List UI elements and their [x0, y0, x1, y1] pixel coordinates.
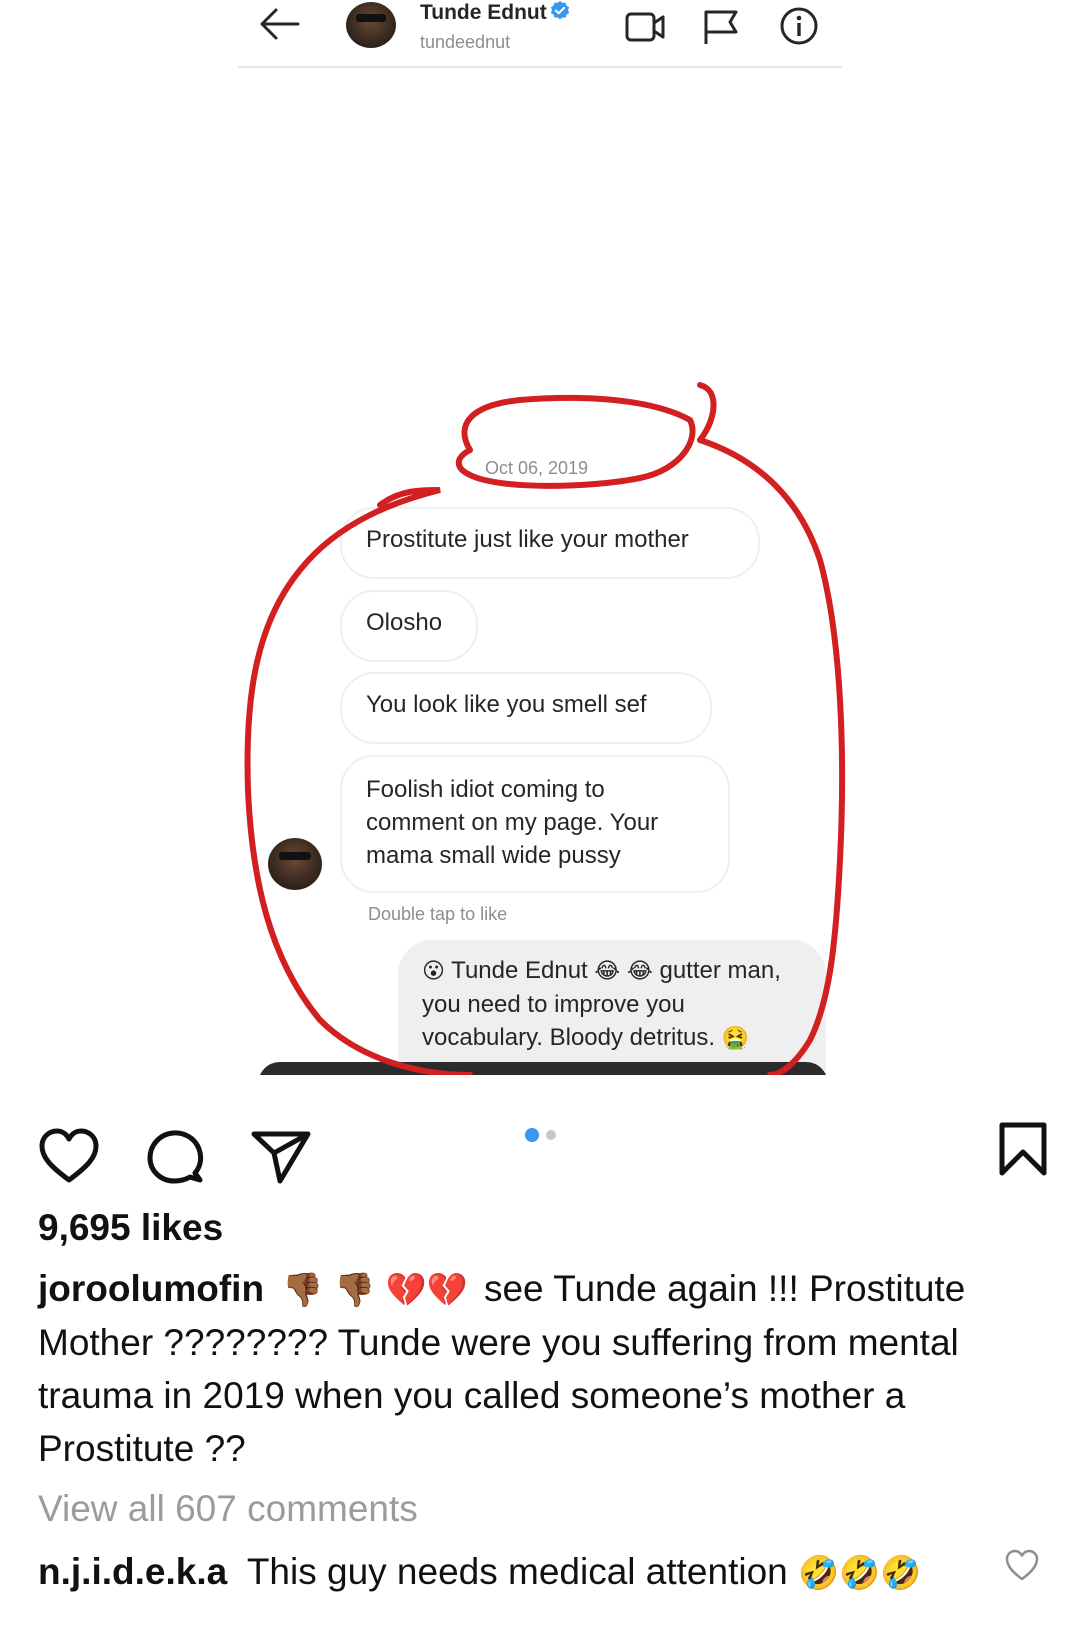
vomit-emoji: 🤮	[721, 1026, 750, 1051]
double-tap-hint: Double tap to like	[368, 904, 508, 924]
caption-username[interactable]: joroolumofin	[38, 1268, 264, 1309]
like-count[interactable]: 9,695 likes	[38, 1207, 223, 1249]
message-date: Oct 06, 2019	[485, 458, 589, 478]
info-icon[interactable]	[778, 6, 820, 46]
caption-emojis: 👎🏾 👎🏾 💔💔	[282, 1270, 468, 1309]
comment-username[interactable]: n.j.i.d.e.k.a	[38, 1551, 227, 1592]
view-all-comments-link[interactable]: View all 607 comments	[38, 1488, 418, 1530]
carousel-dot	[546, 1130, 556, 1140]
received-message[interactable]: Foolish idiot coming to comment on my pa…	[340, 755, 730, 893]
dm-screenshot: Tunde Ednut tundeednut Oct 06, 2019 Pros…	[0, 0, 1080, 1075]
carousel-indicator	[525, 1128, 565, 1142]
top-comment: n.j.i.d.e.k.a This guy needs medical att…	[38, 1545, 998, 1599]
reply-mention: Tunde Ednut	[451, 957, 588, 984]
heart-icon[interactable]	[38, 1128, 100, 1184]
received-message[interactable]: Prostitute just like your mother	[340, 507, 760, 579]
sent-message[interactable]: 😮 Tunde Ednut 😂 😂 gutter man, you need t…	[398, 940, 826, 1075]
send-icon[interactable]	[250, 1129, 312, 1185]
bookmark-icon[interactable]	[998, 1121, 1048, 1177]
sender-avatar[interactable]	[268, 838, 322, 890]
post-caption: joroolumofin 👎🏾 👎🏾 💔💔 see Tunde again !!…	[38, 1262, 1048, 1475]
carousel-dot-active	[525, 1128, 539, 1142]
comment-icon[interactable]	[146, 1129, 204, 1185]
laughing-emoji: 😂 😂	[594, 959, 653, 984]
dm-avatar[interactable]	[346, 2, 396, 48]
arrow-left-icon[interactable]	[256, 4, 302, 44]
post-action-bar	[0, 1105, 1080, 1185]
comment-like-heart-icon[interactable]	[1004, 1548, 1040, 1582]
flag-icon[interactable]	[700, 6, 742, 46]
dm-contact-name[interactable]: Tunde Ednut	[420, 0, 571, 25]
dm-contact-handle: tundeednut	[420, 32, 511, 52]
comment-text: This guy needs medical attention	[246, 1551, 788, 1592]
comment-emojis: 🤣🤣🤣	[798, 1553, 922, 1592]
verified-badge-icon	[550, 0, 569, 20]
dm-header: Tunde Ednut tundeednut	[238, 0, 842, 68]
dm-contact-name-text: Tunde Ednut	[420, 1, 547, 24]
video-call-icon[interactable]	[624, 6, 666, 46]
message-composer-bar	[258, 1062, 828, 1075]
shocked-face-emoji: 😮	[422, 959, 445, 984]
received-message[interactable]: Olosho	[340, 590, 478, 662]
received-message[interactable]: You look like you smell sef	[340, 672, 712, 744]
